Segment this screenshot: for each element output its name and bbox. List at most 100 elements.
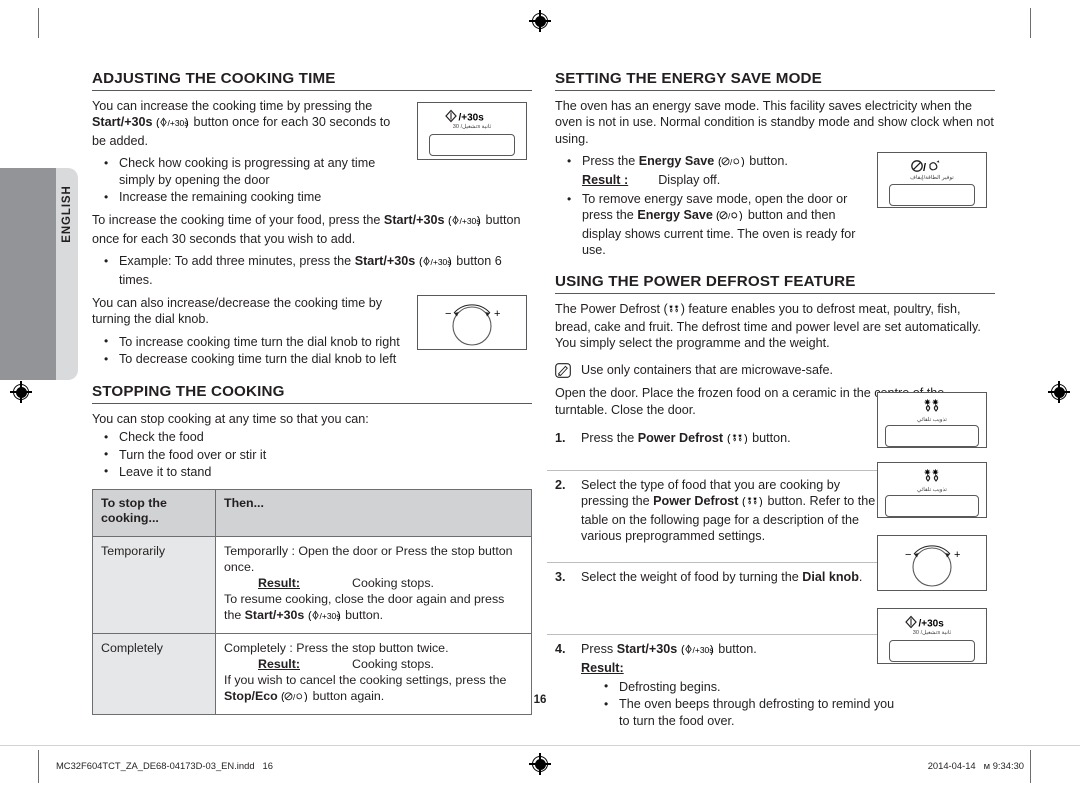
table-header-cell: To stop the cooking... <box>92 489 216 538</box>
illustration-dial-knob: − + <box>417 295 527 350</box>
table-stop-cooking: To stop the cooking... Then... Temporari… <box>92 489 532 716</box>
text-ex-a: Example: To add three minutes, press the <box>119 254 355 269</box>
step-2: 2. Select the type of food that you are … <box>547 469 889 545</box>
svg-text:): ) <box>448 256 452 267</box>
list-item: Defrosting begins. <box>581 678 901 695</box>
key-plate <box>885 495 979 517</box>
page-number: 16 <box>533 694 547 706</box>
step-text-bold: Power Defrost <box>637 431 724 446</box>
svg-text:): ) <box>185 117 189 128</box>
start-30s-inline-icon: ( /+30s ) <box>308 609 342 625</box>
svg-text:+: + <box>954 549 960 561</box>
svg-text:/: / <box>923 162 926 174</box>
text-es-bold: Energy Save <box>638 154 715 169</box>
text-row1-line1: Temporarlly : Open the door or Press the… <box>224 544 513 575</box>
key-plate <box>429 134 515 156</box>
illustration-power-defrost-button-1: ✷ ✷ تذويب تلقائي <box>877 392 987 448</box>
key-plate <box>885 425 979 447</box>
illustration-caption: / <box>878 159 986 174</box>
illustration-caption-arabic: تشغيل/ 30s ثانية <box>452 124 492 130</box>
start-30s-inline-icon: ( /+30s ) <box>419 255 453 271</box>
result-label: Result: <box>258 657 300 672</box>
illustration-start-30s-button: /+30s تشغيل/ 30s ثانية <box>417 102 527 160</box>
svg-text:(: ( <box>716 210 720 221</box>
illustration-caption-arabic: توفير الطاقة/إيقاف <box>910 175 954 181</box>
illustration-start-30s-button-2: /+30s تشغيل/ 30s ثانية <box>877 608 987 664</box>
illustration-caption: ✷ ✷ <box>878 468 986 487</box>
step-number: 1. <box>555 431 566 446</box>
key-plate <box>889 640 975 662</box>
list-item: Example: To add three minutes, press the… <box>92 253 532 288</box>
footer-timestamp: 2014-04-14 ᴍ 9:34:30 <box>928 760 1024 771</box>
footer-time-text: 9:34:30 <box>992 760 1024 771</box>
svg-text:/: / <box>730 158 733 167</box>
svg-text:): ) <box>741 156 745 167</box>
list-item: Press the Energy Save ( / ) button. Resu… <box>555 153 875 188</box>
list-item: Check how cooking is progressing at any … <box>92 155 412 188</box>
energy-save-inline-icon: ( / ) <box>718 155 746 171</box>
step-text-a: Select the weight of food by turning the <box>581 570 803 585</box>
text-ex-bold: Start/+30s <box>354 254 416 269</box>
svg-text:✷: ✷ <box>732 433 737 440</box>
footer-file-name: MC32F604TCT_ZA_DE68-04173D-03_EN.indd 16 <box>56 760 273 771</box>
svg-text:/+30s: /+30s <box>919 619 945 630</box>
svg-text:/+30s: /+30s <box>459 113 485 124</box>
paragraph-energy-save-intro: The oven has an energy save mode. This f… <box>555 99 994 146</box>
result-value: Cooking stops. <box>352 657 434 672</box>
svg-text:(: ( <box>448 215 452 226</box>
step-divider <box>547 562 909 564</box>
key-plate <box>889 184 975 206</box>
start-30s-inline-icon: ( /+30s ) <box>681 643 715 660</box>
text-row1-bold: Start/+30s <box>244 608 305 623</box>
svg-text:(: ( <box>156 117 160 128</box>
list-item: To remove energy save mode, open the doo… <box>555 191 875 259</box>
illustration-caption: /+30s <box>418 109 526 124</box>
left-column: ADJUSTING THE COOKING TIME You can incre… <box>92 70 532 716</box>
svg-text:✷: ✷ <box>753 496 758 503</box>
list-example: Example: To add three minutes, press the… <box>92 253 532 288</box>
svg-text:/: / <box>728 212 731 221</box>
svg-text:): ) <box>477 215 481 226</box>
paragraph-increase-intro: You can increase the cooking time by pre… <box>92 98 402 149</box>
list-item: Leave it to stand <box>92 463 532 480</box>
svg-text:+: + <box>494 308 500 320</box>
result-label: Result : <box>582 172 629 187</box>
paragraph-increase-detail: To increase the cooking time of your foo… <box>92 212 532 247</box>
svg-text:): ) <box>710 644 714 655</box>
illustration-dial-knob-right: − + <box>877 535 987 591</box>
text-row2-line2a: If you wish to cancel the cooking settin… <box>224 673 507 688</box>
paragraph-power-defrost-intro: The Power Defrost ( ✷ ✷ ) feature enable… <box>555 301 995 352</box>
crop-mark-bottom-left <box>38 750 39 783</box>
text-p2-a: To increase the cooking time of your foo… <box>92 213 384 228</box>
text-es-a: Press the <box>582 154 639 169</box>
step-text-c: button. <box>748 431 791 446</box>
crop-mark-bottom-right <box>1030 750 1031 783</box>
text-row2-line1: Completely : Press the stop button twice… <box>224 641 449 656</box>
paragraph-dial-knob: You can also increase/decrease the cooki… <box>92 296 383 327</box>
footer-file-page: 16 <box>262 760 273 771</box>
step-1: 1. Press the Power Defrost ( ✷ ✷ ) butto… <box>555 430 891 449</box>
list-item: Turn the food over or stir it <box>92 446 532 463</box>
paragraph-stop-intro: You can stop cooking at any time so that… <box>92 411 369 426</box>
list-item: Increase the remaining cooking time <box>92 189 412 206</box>
list-stop-reasons: Check the food Turn the food over or sti… <box>92 429 532 481</box>
table-cell-detail: Temporarlly : Open the door or Press the… <box>215 536 532 635</box>
result-value: Display off. <box>658 172 721 187</box>
result-label: Result: <box>258 576 300 591</box>
svg-text:(: ( <box>681 644 685 655</box>
note-microwave-safe: Use only containers that are microwave-s… <box>555 362 995 378</box>
svg-text:(: ( <box>727 433 731 444</box>
text-p2-bold: Start/+30s <box>383 213 445 228</box>
step-text-c: . <box>858 570 863 585</box>
step-number: 4. <box>555 641 566 656</box>
text-intro-bold: Start/+30s <box>92 115 153 130</box>
svg-text:−: − <box>905 549 911 561</box>
power-defrost-inline-icon: ( ✷ ✷ ) <box>727 432 749 449</box>
svg-text:✷: ✷ <box>668 304 673 311</box>
list-energy-save-steps: Press the Energy Save ( / ) button. Resu… <box>555 153 875 258</box>
note-text: Use only containers that are microwave-s… <box>581 362 833 377</box>
svg-text:(: ( <box>419 256 423 267</box>
heading-adjusting-cooking-time: ADJUSTING THE COOKING TIME <box>92 70 532 91</box>
heading-stopping-the-cooking: STOPPING THE COOKING <box>92 383 532 404</box>
list-item: To decrease cooking time turn the dial k… <box>92 351 532 368</box>
